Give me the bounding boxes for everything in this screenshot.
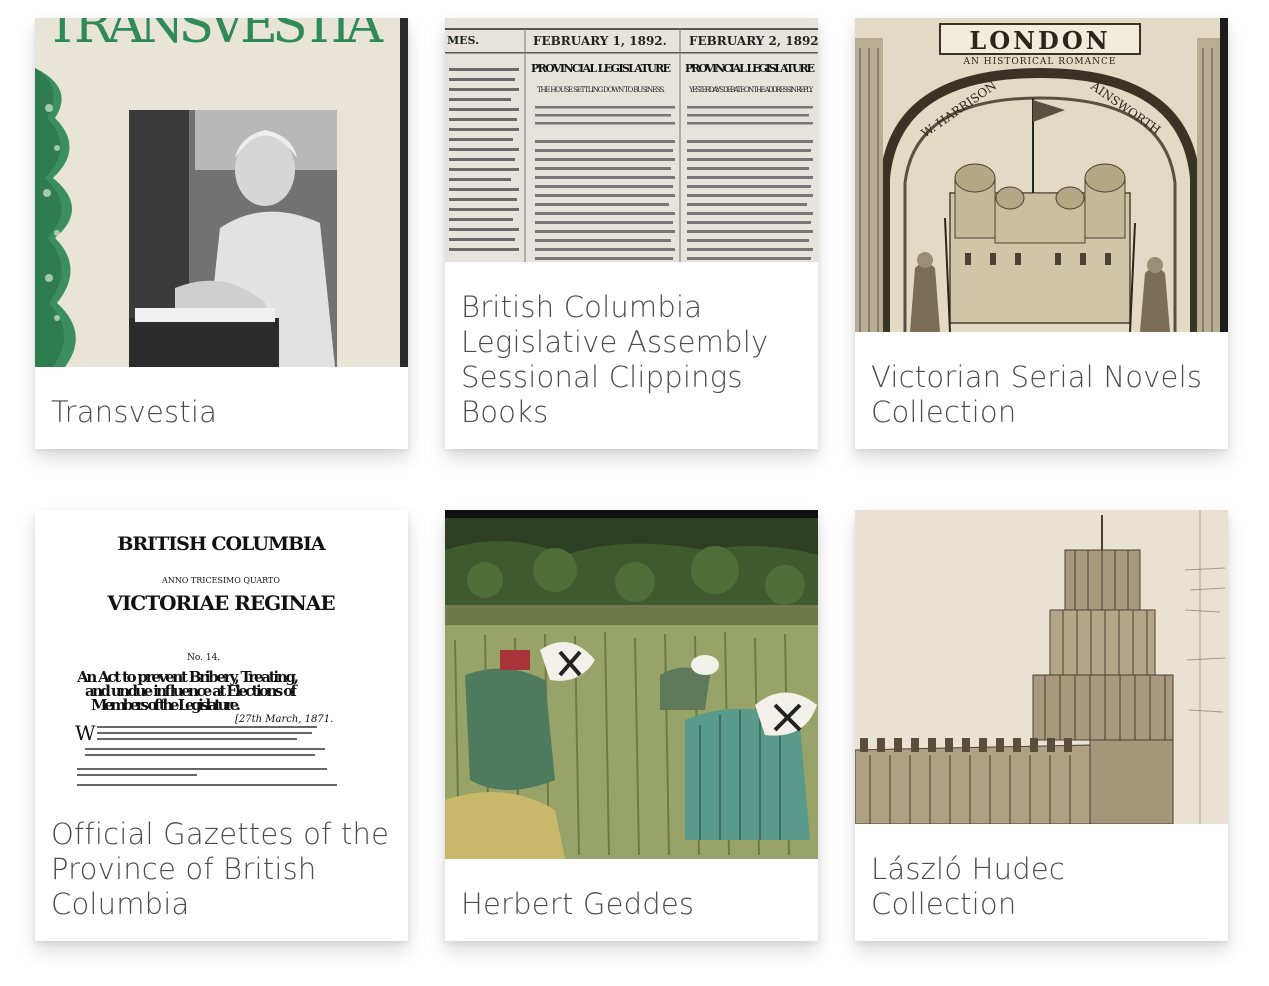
collection-card-herbert-geddes[interactable]: Herbert Geddes bbox=[445, 510, 818, 941]
collection-card-bc-legislative-clippings[interactable]: MES. FEBRUARY 1, 1892. FEBRUARY 2, 1892.… bbox=[445, 18, 818, 449]
cover-title-text: TRANSVESTIA bbox=[45, 18, 385, 55]
collection-card-transvestia[interactable]: TRANSVESTIA Transvestia bbox=[35, 18, 408, 449]
collection-title[interactable]: Official Gazettes of the Province of Bri… bbox=[51, 817, 394, 922]
collection-thumbnail[interactable]: MES. FEBRUARY 1, 1892. FEBRUARY 2, 1892.… bbox=[445, 18, 818, 262]
collection-thumbnail[interactable]: BRITISH COLUMBIA ANNO TRICESIMO QUARTO V… bbox=[35, 510, 408, 789]
clipping-headline-left: PROVINCIAL LEGISLATURE bbox=[531, 62, 671, 75]
clipping-headline-right: PROVINCIAL LEGISLATURE bbox=[685, 62, 815, 75]
clipping-sub-left: THE HOUSE SETTLING DOWN TO BUSINESS. bbox=[537, 86, 665, 94]
gazette-heading: BRITISH COLUMBIA bbox=[117, 533, 326, 555]
gazette-anno: ANNO TRICESIMO QUARTO bbox=[161, 576, 280, 585]
collection-thumbnail[interactable] bbox=[445, 510, 818, 859]
clipping-date-left: FEBRUARY 1, 1892. bbox=[533, 34, 667, 48]
svg-text:W: W bbox=[75, 721, 96, 745]
collection-title[interactable]: Herbert Geddes bbox=[461, 887, 804, 922]
gazette-reign: VICTORIAE REGINAE bbox=[106, 591, 335, 615]
collection-title[interactable]: Victorian Serial Novels Collection bbox=[871, 360, 1214, 430]
collection-card-laszlo-hudec[interactable]: László Hudec Collection bbox=[855, 510, 1228, 941]
collection-title[interactable]: Transvestia bbox=[51, 395, 394, 430]
novel-banner-title: LONDON bbox=[969, 26, 1110, 55]
clipping-masthead: MES. bbox=[447, 34, 479, 47]
collection-thumbnail[interactable]: TRANSVESTIA bbox=[35, 18, 408, 367]
gazette-number: No. 14. bbox=[187, 653, 220, 663]
collection-card-official-gazettes[interactable]: BRITISH COLUMBIA ANNO TRICESIMO QUARTO V… bbox=[35, 510, 408, 941]
gazette-date: [27th March, 1871. bbox=[235, 714, 333, 725]
collection-title[interactable]: British Columbia Legislative Assembly Se… bbox=[461, 290, 804, 430]
novel-subtitle: AN HISTORICAL ROMANCE bbox=[963, 57, 1117, 67]
gazette-act-line-3: Members of the Legislature. bbox=[91, 696, 241, 714]
collection-title[interactable]: László Hudec Collection bbox=[871, 852, 1214, 922]
collection-thumbnail[interactable]: LONDON AN HISTORICAL ROMANCE W. HARRISON… bbox=[855, 18, 1228, 332]
collection-thumbnail[interactable] bbox=[855, 510, 1228, 824]
clipping-sub-right: YESTERDAY'S DEBATE ON THE ADDRESS IN REP… bbox=[688, 86, 814, 94]
collection-card-victorian-serial-novels[interactable]: LONDON AN HISTORICAL ROMANCE W. HARRISON… bbox=[855, 18, 1228, 449]
clipping-date-right: FEBRUARY 2, 1892. bbox=[689, 34, 818, 48]
